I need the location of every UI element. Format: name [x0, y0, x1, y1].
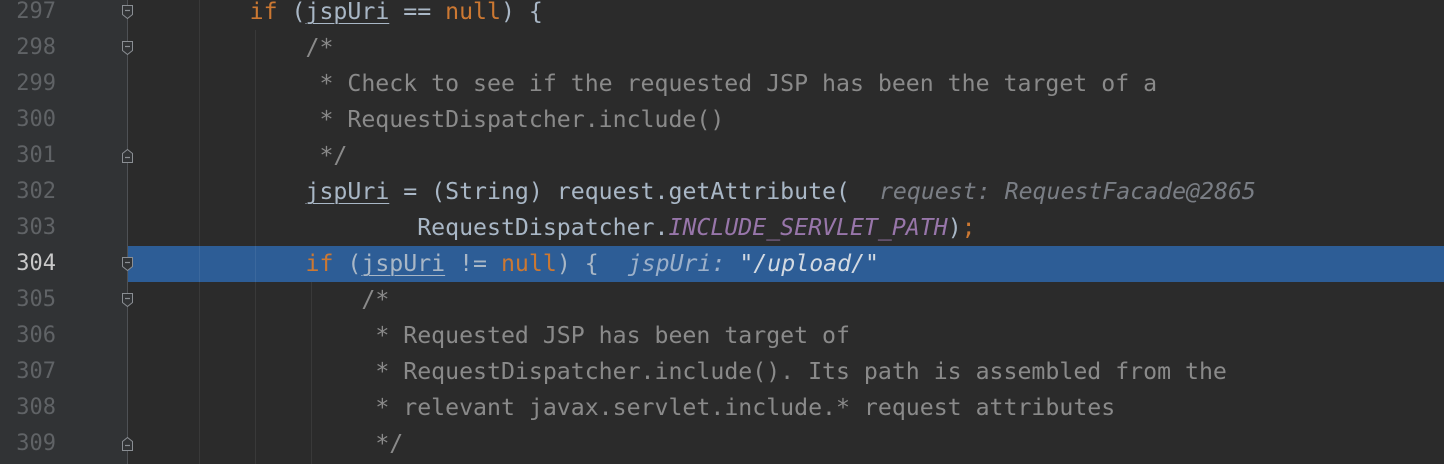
comment-text: * Check to see if the requested JSP has …: [319, 70, 1158, 97]
fold-start-icon[interactable]: [121, 292, 134, 308]
code-text: if ( jspUri == null ) {: [138, 0, 543, 30]
keyword-token: null: [445, 0, 501, 25]
code-line[interactable]: 305 /*: [0, 282, 1444, 318]
constant-token: INCLUDE_SERVLET_PATH: [668, 214, 948, 241]
comment-text: /*: [305, 34, 334, 61]
hint-variable-name: request:: [878, 178, 991, 205]
code-token: ) {: [556, 250, 599, 277]
code-text: * RequestDispatcher.include(). Its path …: [138, 354, 1227, 390]
code-token: = (String) request.getAttribute(: [389, 178, 850, 205]
comment-text: /*: [361, 286, 390, 313]
line-number[interactable]: 297: [0, 0, 56, 30]
code-text: */: [138, 138, 347, 174]
code-token: ): [947, 214, 962, 241]
code-line[interactable]: 300 * RequestDispatcher.include(): [0, 102, 1444, 138]
variable-token: jspUri: [305, 0, 390, 25]
code-line[interactable]: 297 if ( jspUri == null ) {: [0, 0, 1444, 30]
code-line[interactable]: 299 * Check to see if the requested JSP …: [0, 66, 1444, 102]
line-number[interactable]: 306: [0, 318, 56, 354]
line-number[interactable]: 304: [0, 246, 56, 282]
comment-text: * Requested JSP has been target of: [375, 322, 850, 349]
code-text: jspUri = (String) request.getAttribute( …: [138, 174, 1256, 210]
code-text: if ( jspUri != null ) { jspUri: "/upload…: [138, 246, 879, 282]
line-number[interactable]: 300: [0, 102, 56, 138]
code-token: .: [654, 214, 669, 241]
code-token: ==: [389, 0, 446, 25]
code-token: ) {: [500, 0, 543, 25]
code-token: RequestDispatcher: [417, 214, 655, 241]
fold-end-icon[interactable]: [121, 148, 134, 164]
inline-debug-value[interactable]: jspUri: "/upload/": [628, 246, 879, 282]
code-text: RequestDispatcher . INCLUDE_SERVLET_PATH…: [138, 210, 976, 246]
execution-point-line[interactable]: 304 if ( jspUri != null ) { jspUri: "/up…: [0, 246, 1444, 282]
comment-text: */: [375, 430, 404, 457]
line-number[interactable]: 298: [0, 30, 56, 66]
fold-start-icon[interactable]: [121, 4, 134, 20]
semicolon-token: ;: [961, 214, 976, 241]
line-number[interactable]: 305: [0, 282, 56, 318]
code-token: (: [277, 0, 306, 25]
line-number[interactable]: 308: [0, 390, 56, 426]
code-token: (: [333, 250, 362, 277]
code-line[interactable]: 302 jspUri = (String) request.getAttribu…: [0, 174, 1444, 210]
code-text: /*: [138, 282, 389, 318]
fold-start-icon[interactable]: [121, 256, 134, 272]
keyword-token: if: [305, 250, 334, 277]
variable-token: jspUri: [361, 250, 446, 277]
comment-text: */: [319, 142, 348, 169]
hint-value: "/upload/": [739, 250, 879, 277]
hint-value: RequestFacade@2865: [1004, 178, 1256, 205]
fold-start-icon[interactable]: [121, 40, 134, 56]
code-line[interactable]: 307 * RequestDispatcher.include(). Its p…: [0, 354, 1444, 390]
comment-text: * relevant javax.servlet.include.* reque…: [375, 394, 1116, 421]
line-number[interactable]: 302: [0, 174, 56, 210]
code-text: */: [138, 426, 403, 462]
code-line[interactable]: 309 */: [0, 426, 1444, 462]
line-number[interactable]: 309: [0, 426, 56, 462]
code-line[interactable]: 308 * relevant javax.servlet.include.* r…: [0, 390, 1444, 426]
inline-debug-value[interactable]: request: RequestFacade@2865: [879, 174, 1256, 210]
code-text: /*: [138, 30, 334, 66]
code-text: * relevant javax.servlet.include.* reque…: [138, 390, 1115, 426]
comment-text: * RequestDispatcher.include(): [319, 106, 725, 133]
comment-text: * RequestDispatcher.include(). Its path …: [375, 358, 1227, 385]
line-number[interactable]: 299: [0, 66, 56, 102]
code-token: !=: [445, 250, 501, 277]
keyword-token: null: [500, 250, 557, 277]
code-line[interactable]: 301 */: [0, 138, 1444, 174]
code-line[interactable]: 298 /*: [0, 30, 1444, 66]
code-line[interactable]: 303 RequestDispatcher . INCLUDE_SERVLET_…: [0, 210, 1444, 246]
code-line[interactable]: 306 * Requested JSP has been target of: [0, 318, 1444, 354]
fold-end-icon[interactable]: [121, 436, 134, 452]
line-number[interactable]: 301: [0, 138, 56, 174]
code-lines: 297 if ( jspUri == null ) { 298 /* 299 *…: [0, 0, 1444, 462]
fold-outline: [127, 0, 128, 464]
code-text: * Requested JSP has been target of: [138, 318, 850, 354]
line-number[interactable]: 307: [0, 354, 56, 390]
variable-token: jspUri: [305, 178, 390, 205]
code-editor[interactable]: 297 if ( jspUri == null ) { 298 /* 299 *…: [0, 0, 1444, 464]
code-text: * RequestDispatcher.include(): [138, 102, 724, 138]
keyword-token: if: [249, 0, 278, 25]
hint-variable-name: jspUri:: [627, 250, 726, 277]
line-number[interactable]: 303: [0, 210, 56, 246]
code-text: * Check to see if the requested JSP has …: [138, 66, 1157, 102]
